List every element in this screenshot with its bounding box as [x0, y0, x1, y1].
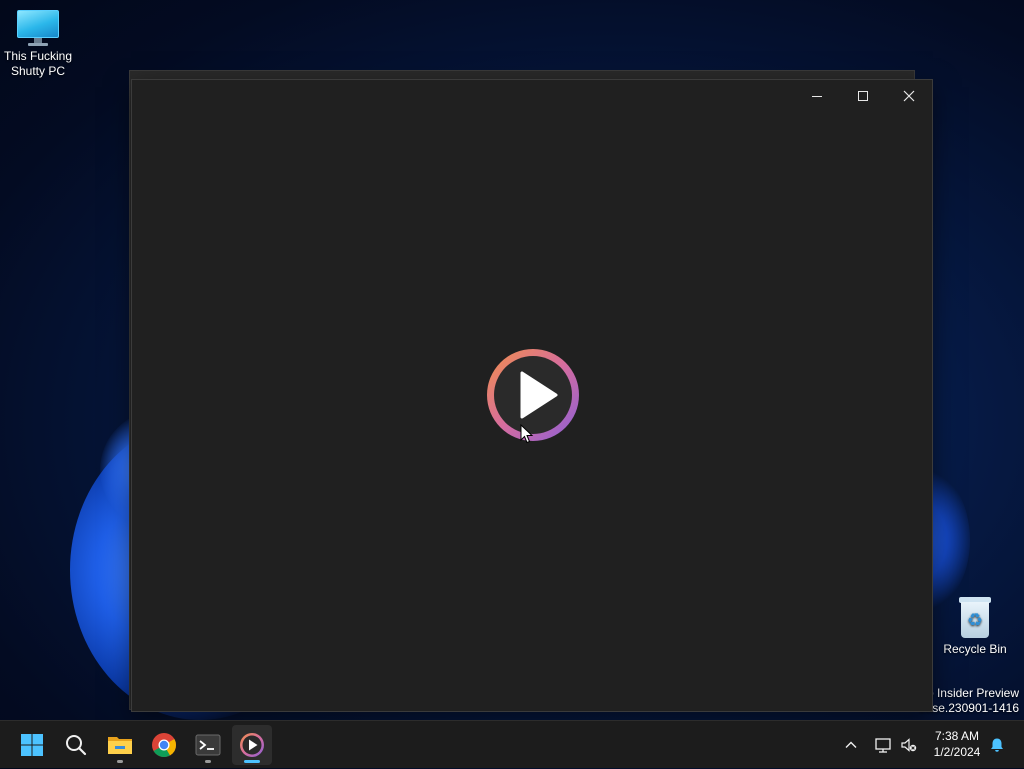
close-button[interactable]: [886, 80, 932, 112]
desktop-icon-label: Recycle Bin: [943, 642, 1007, 656]
notification-bell-icon: [991, 738, 1003, 752]
desktop-icon-label: This Fucking Shutty PC: [3, 49, 73, 78]
media-player-icon: [240, 733, 264, 757]
taskbar: 7:38 AM 1/2/2024: [0, 720, 1024, 768]
network-icon: [875, 738, 891, 753]
desktop-icon-this-pc[interactable]: This Fucking Shutty PC: [0, 10, 76, 79]
close-icon: [903, 90, 915, 102]
watermark-line-1: o Insider Preview: [926, 686, 1019, 700]
insider-watermark: o Insider Preview ease.230901-1416: [919, 686, 1019, 716]
chevron-up-icon: [845, 741, 857, 748]
terminal-button[interactable]: [188, 725, 228, 765]
clock-date: 1/2/2024: [933, 745, 981, 759]
network-button[interactable]: [872, 721, 894, 769]
clock-button[interactable]: 7:38 AM 1/2/2024: [926, 728, 988, 760]
chrome-icon: [152, 733, 176, 758]
media-player-button[interactable]: [232, 725, 272, 765]
recycle-bin-icon: ♻: [957, 597, 993, 639]
volume-button[interactable]: [898, 721, 920, 769]
media-player-window[interactable]: [131, 79, 933, 712]
windows-start-icon: [21, 734, 43, 756]
file-explorer-button[interactable]: [100, 725, 140, 765]
mouse-cursor-icon: [520, 424, 534, 444]
terminal-icon: [195, 734, 221, 756]
running-indicator: [117, 760, 123, 763]
watermark-line-2: ease.230901-1416: [918, 701, 1019, 715]
start-button[interactable]: [12, 725, 52, 765]
active-indicator: [244, 760, 260, 763]
search-button[interactable]: [56, 725, 96, 765]
search-icon: [66, 735, 87, 756]
monitor-icon: [17, 10, 59, 46]
chrome-button[interactable]: [144, 725, 184, 765]
maximize-button[interactable]: [840, 80, 886, 112]
maximize-icon: [858, 91, 868, 101]
notifications-button[interactable]: [986, 721, 1008, 769]
minimize-icon: [812, 96, 822, 97]
desktop-icon-recycle-bin[interactable]: ♻ Recycle Bin: [937, 597, 1013, 657]
volume-muted-icon: [901, 738, 917, 752]
running-indicator: [205, 760, 211, 763]
show-hidden-icons-button[interactable]: [840, 721, 862, 769]
minimize-button[interactable]: [794, 80, 840, 112]
clock-time: 7:38 AM: [934, 729, 980, 743]
folder-icon: [108, 737, 132, 754]
